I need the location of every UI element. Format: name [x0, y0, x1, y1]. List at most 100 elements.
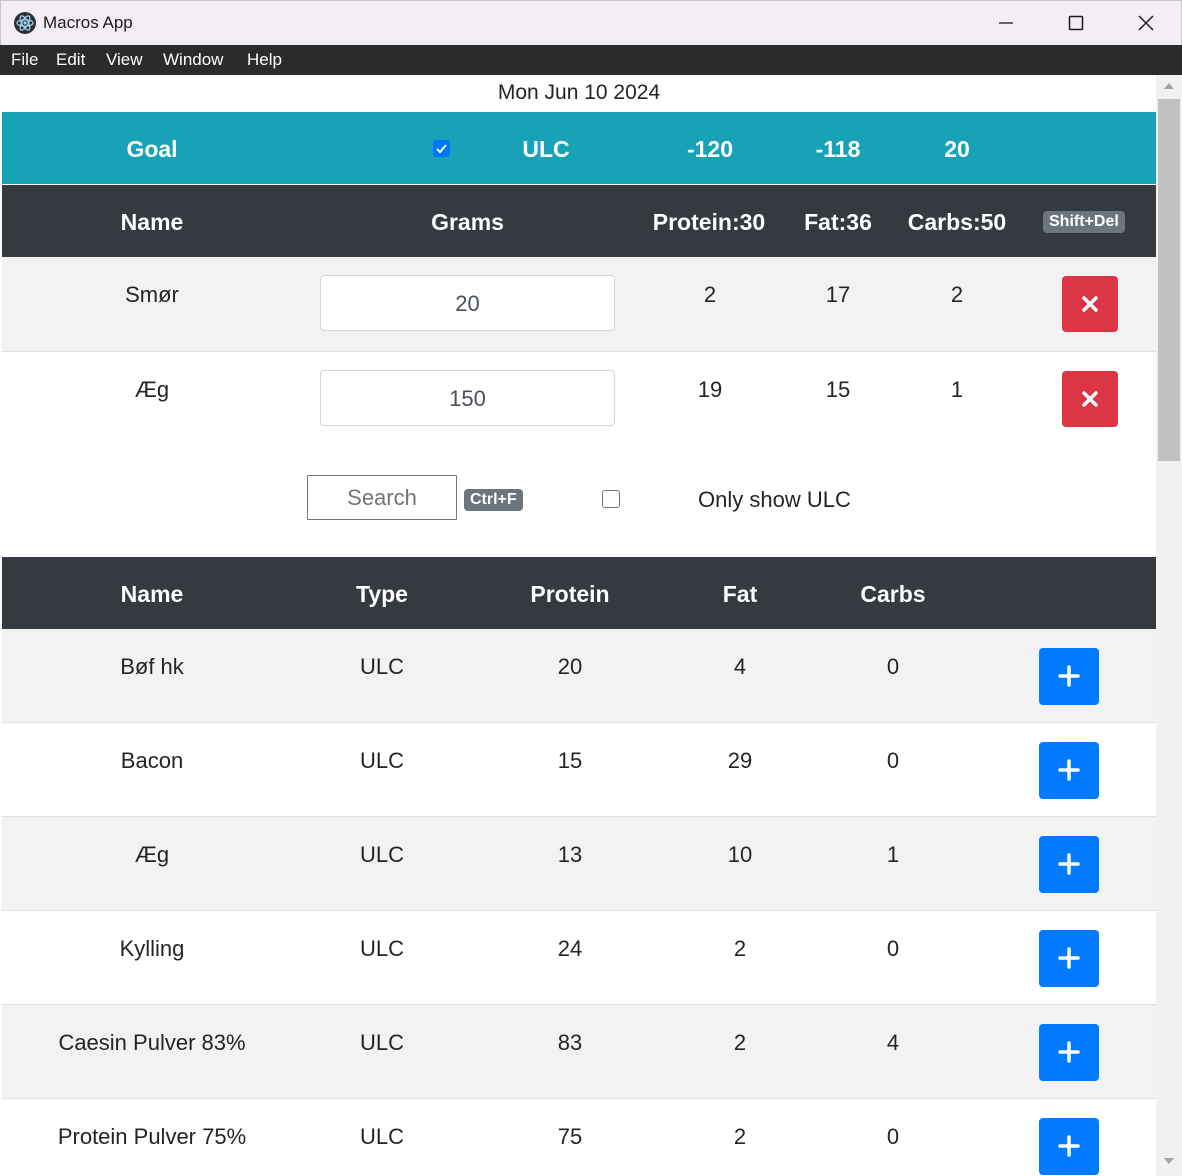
add-food-button[interactable]: [1039, 930, 1099, 987]
selected-name: Smør: [125, 282, 179, 307]
col-fat: Fat:36: [804, 209, 872, 235]
current-date: Mon Jun 10 2024: [497, 81, 661, 104]
food-type: ULC: [359, 842, 404, 867]
add-food-button[interactable]: [1039, 1024, 1099, 1081]
goal-label: Goal: [126, 136, 178, 162]
food-fat: 4: [733, 654, 747, 679]
col-carbs: Carbs:50: [907, 209, 1007, 235]
selected-protein: 19: [697, 377, 723, 402]
selected-fat: 15: [825, 377, 851, 402]
food-row: Æg ULC 13 10 1: [2, 817, 1156, 911]
food-name: Caesin Pulver 83%: [58, 1030, 246, 1055]
add-food-button[interactable]: [1039, 742, 1099, 799]
plus-icon: [1058, 759, 1080, 781]
selected-name: Æg: [134, 377, 170, 402]
goal-ulc-checkbox[interactable]: [433, 140, 450, 157]
selected-fat: 17: [825, 282, 851, 307]
food-name: Æg: [134, 842, 170, 867]
ctrl-f-shortcut-badge: Ctrl+F: [464, 489, 523, 511]
food-row: Bacon ULC 15 29 0: [2, 723, 1156, 817]
only-ulc-label[interactable]: Only show ULC: [698, 487, 851, 513]
grams-input[interactable]: 150: [320, 370, 615, 426]
food-carbs: 0: [886, 748, 900, 773]
goal-row: Goal ULC -120 -118 20: [2, 112, 1156, 184]
times-icon: [1082, 296, 1098, 312]
col-fat: Fat: [722, 581, 758, 607]
vertical-scrollbar[interactable]: [1156, 75, 1182, 1176]
food-row: Protein Pulver 75% ULC 75 2 0: [2, 1099, 1156, 1176]
selected-carbs: 1: [950, 377, 964, 402]
menu-view[interactable]: View: [106, 50, 143, 70]
food-fat: 29: [727, 748, 753, 773]
delete-button[interactable]: [1062, 371, 1118, 427]
app-atom-icon: [14, 12, 36, 34]
food-carbs: 0: [886, 654, 900, 679]
food-row: Bøf hk ULC 20 4 0: [2, 629, 1156, 723]
scroll-up-arrow-icon[interactable]: [1162, 81, 1176, 91]
delete-button[interactable]: [1062, 276, 1118, 332]
menu-bar: File Edit View Window Help: [0, 45, 1182, 75]
selected-row: Æg 150 19 15 1: [2, 352, 1156, 447]
goal-carbs: 20: [944, 136, 970, 162]
food-protein: 75: [557, 1124, 583, 1149]
grams-input[interactable]: 20: [320, 275, 615, 331]
minimize-button[interactable]: [971, 1, 1041, 46]
food-type: ULC: [359, 654, 404, 679]
food-fat: 10: [727, 842, 753, 867]
col-name: Name: [120, 209, 184, 235]
food-fat: 2: [733, 936, 747, 961]
col-name: Name: [120, 581, 184, 607]
food-table-header: Name Type Protein Fat Carbs: [2, 557, 1156, 629]
food-name: Kylling: [119, 936, 185, 961]
food-name: Bøf hk: [120, 654, 184, 679]
plus-icon: [1058, 1135, 1080, 1157]
food-type: ULC: [359, 1124, 404, 1149]
menu-help[interactable]: Help: [247, 50, 282, 70]
title-bar: Macros App: [0, 0, 1182, 45]
plus-icon: [1058, 947, 1080, 969]
selected-carbs: 2: [950, 282, 964, 307]
food-row: Caesin Pulver 83% ULC 83 2 4: [2, 1005, 1156, 1099]
food-protein: 83: [557, 1030, 583, 1055]
food-row: Kylling ULC 24 2 0: [2, 911, 1156, 1005]
food-protein: 24: [557, 936, 583, 961]
menu-file[interactable]: File: [11, 50, 38, 70]
food-fat: 2: [733, 1030, 747, 1055]
menu-window[interactable]: Window: [163, 50, 223, 70]
plus-icon: [1058, 1041, 1080, 1063]
selected-protein: 2: [703, 282, 717, 307]
plus-icon: [1058, 665, 1080, 687]
add-food-button[interactable]: [1039, 648, 1099, 705]
times-icon: [1082, 391, 1098, 407]
food-carbs: 0: [886, 1124, 900, 1149]
shift-del-shortcut-badge: Shift+Del: [1043, 211, 1125, 233]
maximize-button[interactable]: [1041, 1, 1111, 46]
main-content: Mon Jun 10 2024 Goal ULC -120 -118 20 Na…: [2, 75, 1156, 1176]
only-ulc-checkbox[interactable]: [602, 490, 620, 508]
menu-edit[interactable]: Edit: [56, 50, 85, 70]
close-window-button[interactable]: [1111, 1, 1181, 46]
add-food-button[interactable]: [1039, 836, 1099, 893]
col-protein: Protein:30: [652, 209, 766, 235]
col-type: Type: [356, 581, 408, 607]
window-title: Macros App: [43, 13, 133, 32]
scrollbar-thumb[interactable]: [1158, 99, 1180, 461]
add-food-button[interactable]: [1039, 1118, 1099, 1175]
goal-protein: -120: [686, 136, 734, 162]
food-carbs: 1: [886, 842, 900, 867]
col-protein: Protein: [530, 581, 610, 607]
food-name: Protein Pulver 75%: [57, 1124, 247, 1149]
food-protein: 13: [557, 842, 583, 867]
goal-type: ULC: [522, 136, 570, 162]
search-input[interactable]: Search: [307, 475, 457, 520]
food-carbs: 4: [886, 1030, 900, 1055]
food-protein: 15: [557, 748, 583, 773]
food-type: ULC: [359, 936, 404, 961]
food-carbs: 0: [886, 936, 900, 961]
food-type: ULC: [359, 748, 404, 773]
food-fat: 2: [733, 1124, 747, 1149]
scroll-down-arrow-icon[interactable]: [1162, 1156, 1176, 1166]
goal-fat: -118: [815, 136, 861, 162]
col-carbs: Carbs: [860, 581, 926, 607]
selected-table-header: Name Grams Protein:30 Fat:36 Carbs:50 Sh…: [2, 185, 1156, 257]
